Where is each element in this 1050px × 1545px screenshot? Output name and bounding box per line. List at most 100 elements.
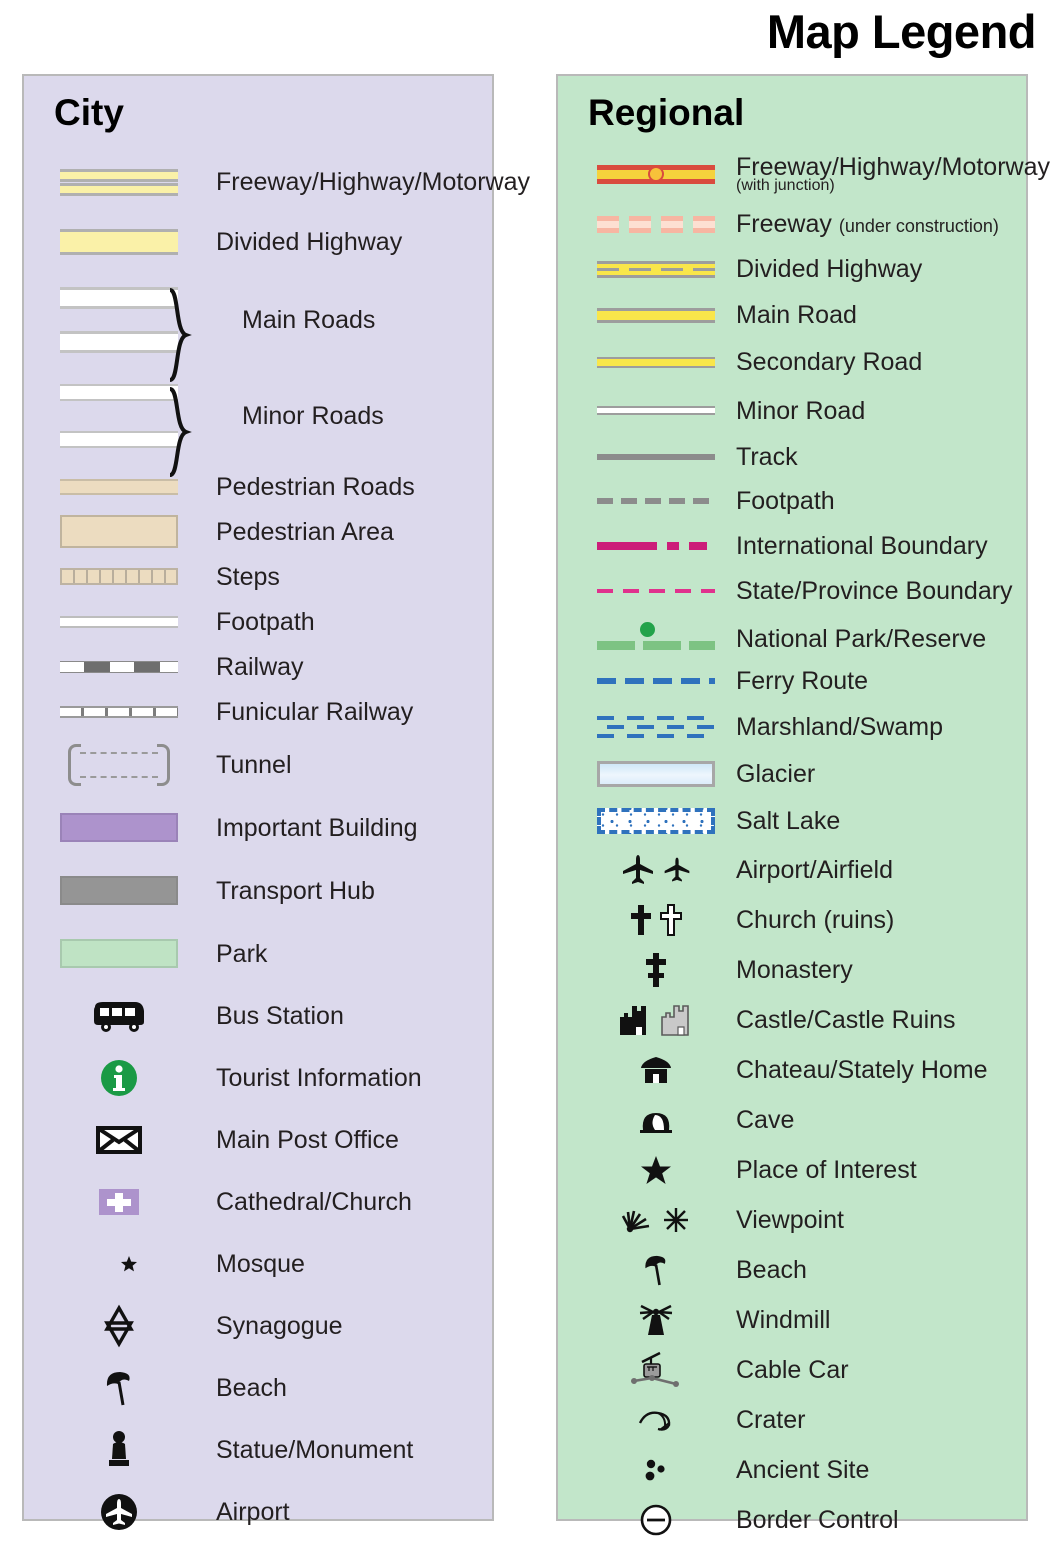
cross-pair-icon [593, 903, 718, 937]
funicular-swatch [44, 705, 194, 718]
legend-row-chateau: Chateau/Stately Home [558, 1045, 1026, 1095]
legend-row-divided-highway: Divided Highway [24, 212, 492, 272]
legend-row-national-park: National Park/Reserve [558, 613, 1026, 658]
legend-row-windmill: Windmill [558, 1295, 1026, 1345]
legend-label: Crater [736, 1406, 806, 1434]
park-swatch [44, 939, 194, 968]
legend-row-cathedral-church: Cathedral/Church [24, 1171, 492, 1233]
legend-label: Divided Highway [736, 255, 923, 283]
legend-label: Secondary Road [736, 348, 923, 376]
legend-label-main: Freeway [736, 210, 832, 238]
legend-label: Footpath [736, 487, 835, 515]
legend-row-pedestrian-area: Pedestrian Area [24, 509, 492, 554]
airplane-pair-icon [593, 853, 718, 887]
star-icon [593, 1154, 718, 1186]
legend-label: Salt Lake [736, 807, 841, 835]
track-swatch [593, 454, 718, 460]
legend-label: Church (ruins) [736, 906, 895, 934]
city-legend-panel: City Freeway/Highway/Motorway Divided Hi… [22, 74, 530, 1530]
legend-row-freeway: Freeway/Highway/Motorway [24, 152, 530, 212]
crater-icon [593, 1407, 718, 1433]
legend-row-tourist-information: Tourist Information [24, 1047, 492, 1109]
legend-row-ancient-site: Ancient Site [558, 1445, 1026, 1495]
ancient-site-icon [593, 1457, 718, 1483]
legend-label: Cave [736, 1106, 795, 1134]
legend-row-bus-station: Bus Station [24, 985, 492, 1047]
important-building-swatch [44, 813, 194, 842]
legend-row-border-control: Border Control [558, 1495, 1026, 1545]
legend-row-airport: Airport [24, 1481, 492, 1543]
legend-row-crater: Crater [558, 1395, 1026, 1445]
legend-label: Railway [216, 652, 304, 681]
pedestrian-area-swatch [44, 515, 194, 548]
railway-swatch [44, 660, 194, 673]
legend-row-mosque: Mosque [24, 1233, 492, 1295]
church-cross-icon [44, 1187, 194, 1217]
pedestrian-road-swatch [44, 478, 194, 495]
legend-row-castle: Castle/Castle Ruins [558, 995, 1026, 1045]
legend-label: Pedestrian Area [216, 517, 394, 546]
monastery-cross-icon [593, 951, 718, 989]
legend-row-monastery: Monastery [558, 945, 1026, 995]
legend-row-international-boundary: International Boundary [558, 523, 1026, 568]
legend-label: Glacier [736, 760, 816, 788]
legend-label: Freeway/Highway/Motorway [216, 168, 530, 196]
glacier-swatch [593, 761, 718, 787]
statue-icon [44, 1429, 194, 1471]
beach-umbrella-icon [593, 1252, 718, 1288]
legend-row-beach: Beach [24, 1357, 492, 1419]
marshland-swatch [593, 714, 718, 740]
legend-row-minor-road: Minor Road [558, 386, 1026, 435]
legend-row-divided-highway: Divided Highway [558, 246, 1026, 292]
legend-label-sub: (under construction) [838, 216, 999, 236]
legend-label: Main Roads [242, 306, 376, 334]
legend-label: Place of Interest [736, 1156, 917, 1184]
legend-row-transport-hub: Transport Hub [24, 859, 492, 922]
freeway-double-band-swatch [44, 168, 194, 196]
city-legend-rows: Freeway/Highway/Motorway Divided Highway… [24, 152, 530, 1543]
legend-row-beach: Beach [558, 1245, 1026, 1295]
legend-label: Windmill [736, 1306, 831, 1334]
legend-row-ferry-route: Ferry Route [558, 658, 1026, 703]
cave-icon [593, 1105, 718, 1135]
footpath-swatch [593, 498, 718, 504]
legend-label: Transport Hub [216, 876, 375, 905]
windmill-icon [593, 1302, 718, 1338]
legend-row-salt-lake: Salt Lake [558, 797, 1026, 845]
castle-pair-icon [593, 1003, 718, 1037]
tunnel-swatch [44, 744, 194, 786]
legend-row-state-boundary: State/Province Boundary [558, 568, 1026, 613]
airport-circle-icon [44, 1493, 194, 1531]
footpath-swatch [44, 615, 194, 628]
legend-label: Main Post Office [216, 1126, 399, 1154]
minor-road-swatch [593, 406, 718, 415]
legend-label: Steps [216, 562, 280, 591]
airfield-icon [664, 857, 689, 882]
legend-row-funicular-railway: Funicular Railway [24, 689, 492, 734]
main-roads-pair-swatch [44, 287, 194, 382]
regional-legend-panel: Regional Freeway/Highway/Motorway (with … [556, 74, 1050, 1536]
legend-label: Track [736, 443, 798, 471]
regional-legend-rows: Freeway/Highway/Motorway (with junction)… [558, 146, 1050, 1545]
freeway-construction-swatch [593, 215, 718, 233]
legend-label: Viewpoint [736, 1206, 844, 1234]
legend-label: Bus Station [216, 1002, 344, 1030]
castle-icon [619, 1006, 646, 1035]
legend-row-main-road: Main Road [558, 292, 1026, 338]
cable-car-icon [593, 1350, 718, 1390]
crescent-star-icon [44, 1245, 194, 1283]
minor-roads-pair-swatch [44, 384, 194, 477]
legend-row-steps: Steps [24, 554, 492, 599]
church-ruins-cross-icon [659, 904, 682, 936]
legend-row-airport-airfield: Airport/Airfield [558, 845, 1026, 895]
legend-label: Airport [216, 1498, 290, 1526]
bus-icon [44, 999, 194, 1033]
legend-row-cable-car: Cable Car [558, 1345, 1026, 1395]
steps-swatch [44, 568, 194, 585]
divided-highway-swatch [593, 260, 718, 278]
transport-hub-swatch [44, 876, 194, 905]
legend-label: Cathedral/Church [216, 1188, 412, 1216]
legend-row-church-ruins: Church (ruins) [558, 895, 1026, 945]
legend-row-glacier: Glacier [558, 751, 1026, 797]
legend-row-post-office: Main Post Office [24, 1109, 492, 1171]
